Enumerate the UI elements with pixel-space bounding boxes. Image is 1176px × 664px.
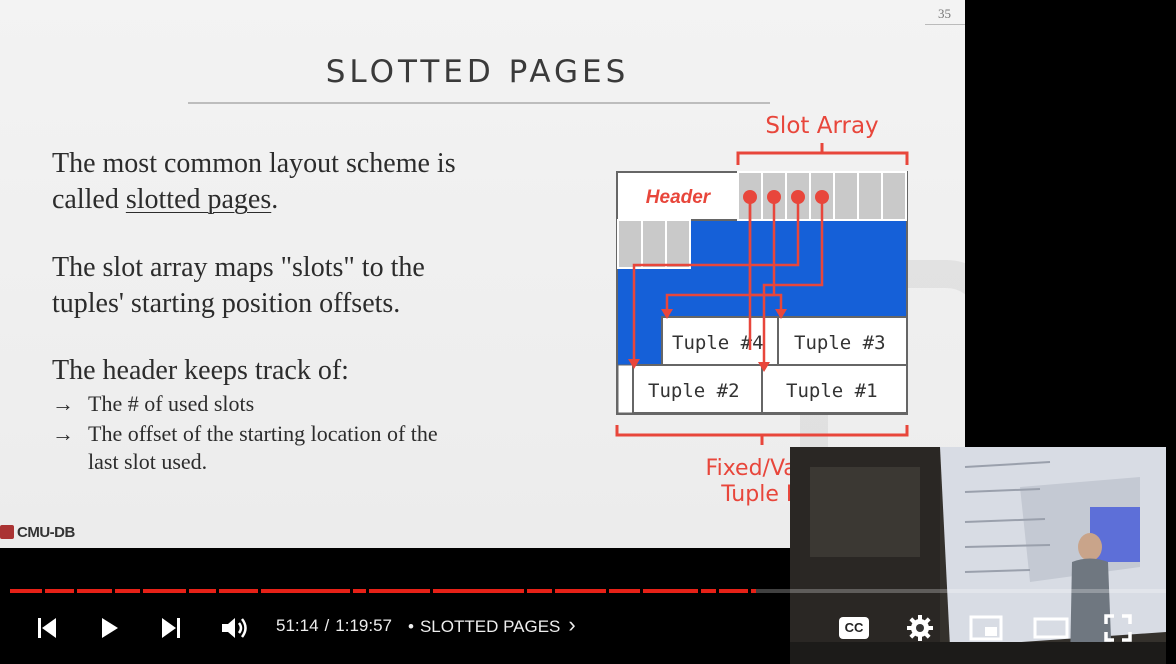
fullscreen-icon [1104,613,1132,642]
free-space-gap [617,364,634,414]
slot-dot [815,190,829,204]
chapter-marker [524,589,527,593]
chapter-marker [216,589,219,593]
current-time: 51:14 [276,616,319,635]
chapter-marker [640,589,643,593]
previous-button[interactable] [30,605,64,650]
skip-next-icon [162,617,180,638]
chapter-dot: • [408,617,414,636]
chapter-marker [430,589,433,593]
paragraph-line: The most common layout scheme is [52,148,456,179]
volume-icon [222,617,247,638]
slot-array-label: Slot Array [765,113,878,139]
slot-cell [857,171,883,221]
tuple-data-bracket [615,425,909,445]
chapter-marker [366,589,369,593]
miniplayer-button[interactable] [966,605,1006,650]
arrow-bullet-icon: → [52,421,74,446]
slot-dot [767,190,781,204]
text-fragment: called [52,184,126,215]
progress-bar-played[interactable] [10,589,756,593]
chapter-button[interactable]: • SLOTTED PAGES › [408,614,576,637]
gear-icon [907,614,933,641]
chapter-marker [112,589,115,593]
play-button[interactable] [92,605,126,650]
bullet-offset: → The offset of the starting location of … [52,420,438,476]
slot-cell [665,219,691,269]
chapter-marker [350,589,353,593]
paragraph-line: tuples' starting position offsets. [52,288,401,319]
free-space [618,317,662,365]
title-rule [188,102,770,104]
settings-button[interactable] [900,605,940,650]
slide-title: SLOTTED PAGES [325,54,630,90]
bullet-used-slots: → The # of used slots [52,390,254,418]
wall-panel [810,467,920,557]
logo-text: CMU-DB [17,524,75,541]
chapter-marker [552,589,555,593]
bullet-text: The # of used slots [88,391,255,416]
presenter-head [1078,533,1102,561]
slot-cell [641,219,667,269]
chapter-marker [748,589,751,593]
header-label: Header [646,187,712,208]
slot-array-bracket [736,143,909,165]
slot-cell [833,171,859,221]
skip-previous-icon [38,617,56,638]
chapter-marker [74,589,77,593]
paragraph-slot-array: The slot array maps "slots" to the tuple… [52,250,425,322]
chapter-marker [42,589,45,593]
paragraph-line: The slot array maps "slots" to the [52,252,425,283]
slide-page-number: 35 [938,6,951,21]
time-display: 51:14 / 1:19:57 [276,616,392,636]
cc-icon: CC [839,616,869,639]
time-separator: / [324,616,330,635]
slot-dot [791,190,805,204]
volume-button[interactable] [216,605,252,650]
paragraph-header: The header keeps track of: [52,355,349,386]
chapter-marker [716,589,719,593]
arrow-bullet-icon: → [52,391,74,416]
bullet-text: last slot used. [88,449,208,474]
captions-button[interactable]: CC [834,605,874,650]
fullscreen-button[interactable] [1098,605,1138,650]
paragraph-line: called slotted pages. [52,182,456,218]
theater-mode-button[interactable] [1030,605,1072,650]
duration: 1:19:57 [335,616,393,635]
chevron-right-icon: › [568,612,576,637]
theater-mode-icon [1033,617,1069,638]
tuple-2-label: Tuple #2 [648,380,740,402]
miniplayer-icon [969,615,1003,640]
cc-label: CC [844,620,864,635]
slot-cell [881,171,907,221]
slotted-pages-term: slotted pages [125,184,272,215]
cmu-db-logo-icon [0,525,14,539]
tuple-3-label: Tuple #3 [794,332,886,354]
cmu-db-logo: CMU-DB [0,524,75,541]
slot-dot [743,190,757,204]
chapter-marker [606,589,609,593]
paragraph-layout-scheme: The most common layout scheme is called … [52,146,456,218]
chapter-marker [186,589,189,593]
tuple-1-label: Tuple #1 [786,380,878,402]
play-icon [102,617,118,638]
chapter-marker [258,589,261,593]
chapter-marker [698,589,701,593]
chapter-marker [140,589,143,593]
slot-cell [617,219,643,269]
page-number-rule [925,24,965,25]
chapter-title: SLOTTED PAGES [419,617,561,636]
text-fragment: . [271,184,279,215]
next-button[interactable] [154,605,188,650]
bullet-text: The offset of the starting location of t… [88,421,438,446]
